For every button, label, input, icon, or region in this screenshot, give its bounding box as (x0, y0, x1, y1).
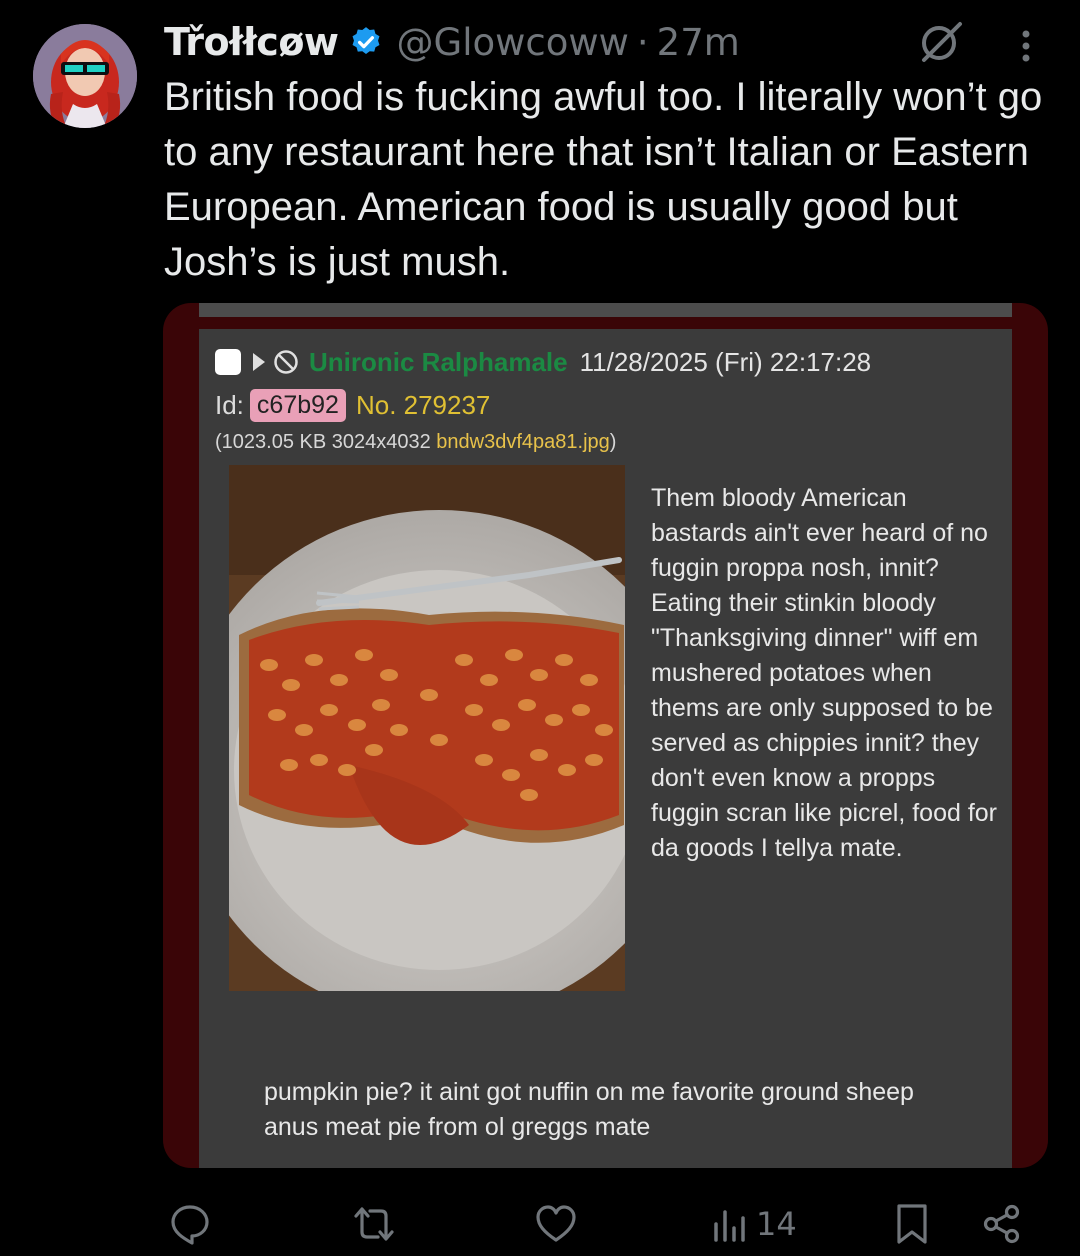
file-info: (1023.05 KB 3024x4032 bndw3dvf4pa81.jpg) (215, 431, 616, 454)
post-body: Them bloody American bastards ain't ever… (651, 484, 998, 862)
poster-name: Unironic Ralphamale (309, 346, 568, 377)
id-badge: c67b92 (249, 388, 346, 422)
like-button[interactable] (534, 1196, 578, 1252)
beans-on-toast-image (229, 465, 625, 991)
media-top-strip (199, 303, 1012, 317)
grok-icon[interactable] (916, 18, 964, 66)
file-name: bndw3dvf4pa81.jpg (436, 431, 610, 453)
action-bar: 14 (0, 1196, 1080, 1252)
file-info-prefix: (1023.05 KB 3024x4032 (215, 431, 437, 453)
tweet-text: British food is fucking awful too. I lit… (164, 75, 1043, 284)
verified-badge-icon (352, 27, 380, 55)
bookmark-icon (897, 1204, 927, 1244)
reply-button[interactable] (168, 1196, 212, 1252)
avatar[interactable] (33, 24, 137, 128)
embedded-post: Unironic Ralphamale 11/28/2025 (Fri) 22:… (199, 329, 1012, 1168)
file-info-suffix: ) (609, 431, 617, 453)
display-name[interactable]: Třołłcøw (164, 20, 339, 64)
timestamp[interactable]: 27m (657, 21, 740, 64)
share-button[interactable] (980, 1196, 1024, 1252)
post-checkbox (215, 349, 241, 375)
reply-icon (171, 1205, 209, 1245)
views-icon (714, 1210, 745, 1242)
like-icon (536, 1205, 576, 1242)
tweet-media[interactable]: Unironic Ralphamale 11/28/2025 (Fri) 22:… (163, 303, 1048, 1168)
view-count: 14 (756, 1205, 797, 1243)
post-header: Unironic Ralphamale 11/28/2025 (Fri) 22:… (215, 345, 871, 379)
bookmark-button[interactable] (892, 1196, 932, 1252)
tweet-header: Třołłcøw @Glowcoww · 27m (164, 14, 740, 70)
avatar-image (33, 24, 137, 128)
post-date: 11/28/2025 (Fri) 22:17:28 (579, 346, 872, 377)
beans-on-toast-photo (229, 465, 625, 991)
post-number: No. 279237 (355, 389, 491, 420)
separator-dot: · (636, 20, 649, 64)
views-button[interactable]: 14 (710, 1196, 797, 1252)
play-arrow-icon (253, 353, 265, 371)
repost-button[interactable] (350, 1196, 398, 1252)
user-handle[interactable]: @Glowcoww (397, 21, 629, 64)
share-icon (983, 1204, 1020, 1244)
hide-icon (274, 350, 298, 374)
more-icon[interactable] (1010, 26, 1042, 66)
id-label: Id: (215, 389, 244, 420)
repost-icon (354, 1207, 394, 1241)
post-id-row: Id: c67b92 No. 279237 (215, 387, 490, 423)
post-tail-text: pumpkin pie? it aint got nuffin on me fa… (264, 1078, 914, 1141)
